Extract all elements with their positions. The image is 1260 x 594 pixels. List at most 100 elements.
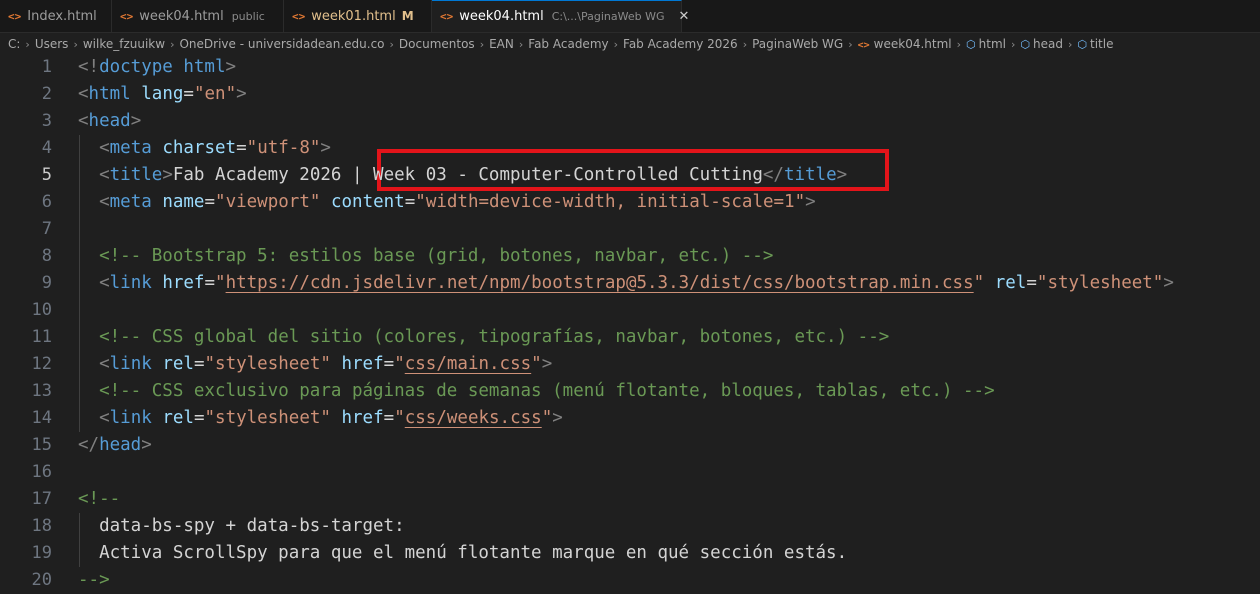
code-text: <link href="https://cdn.jsdelivr.net/npm… bbox=[99, 273, 1174, 293]
code-text: </head> bbox=[78, 435, 152, 455]
chevron-right-icon: › bbox=[170, 37, 175, 51]
code-line[interactable]: 17 <!-- bbox=[0, 486, 1260, 513]
modified-indicator: M bbox=[401, 9, 414, 23]
line-number: 7 bbox=[41, 219, 52, 239]
html-file-icon: <> bbox=[440, 10, 454, 23]
breadcrumb-item[interactable]: <> week04.html bbox=[858, 37, 952, 51]
chevron-right-icon: › bbox=[742, 37, 748, 51]
code-text: <!-- Bootstrap 5: estilos base (grid, bo… bbox=[99, 246, 774, 266]
code-line[interactable]: 8 <!-- Bootstrap 5: estilos base (grid, … bbox=[0, 243, 1260, 270]
breadcrumb-item[interactable]: ⬡ head bbox=[1020, 37, 1063, 51]
code-editor[interactable]: 1 <!doctype html> 2 <html lang="en"> 3 <head>… bbox=[0, 56, 1260, 591]
breadcrumb-item[interactable]: Documentos bbox=[399, 37, 475, 51]
code-line[interactable]: 6 <meta name="viewport" content="width=d… bbox=[0, 189, 1260, 216]
breadcrumb-item[interactable]: Fab Academy bbox=[528, 37, 608, 51]
indent-guide bbox=[79, 216, 80, 243]
editor-tab[interactable]: <> week04.html C:\...\PaginaWeb WG ✕ bbox=[432, 0, 689, 32]
symbol-element-icon: ⬡ bbox=[1020, 38, 1030, 51]
symbol-element-icon: ⬡ bbox=[1077, 38, 1087, 51]
code-line[interactable]: 11 <!-- CSS global del sitio (colores, t… bbox=[0, 324, 1260, 351]
editor-tab-bar: <> Index.html <> week04.html public <> week01.… bbox=[0, 0, 1260, 33]
code-text: <!-- CSS global del sitio (colores, tipo… bbox=[99, 327, 890, 347]
close-icon[interactable]: ✕ bbox=[679, 9, 690, 24]
tab-label: week04.html bbox=[459, 9, 544, 24]
code-text: <!-- CSS exclusivo para páginas de seman… bbox=[99, 381, 995, 401]
line-number: 20 bbox=[31, 570, 52, 590]
chevron-right-icon: › bbox=[25, 37, 30, 51]
breadcrumb-label: wilke_fzuuikw bbox=[82, 37, 166, 51]
breadcrumb-item[interactable]: ⬡ title bbox=[1077, 37, 1113, 51]
line-number: 14 bbox=[31, 408, 52, 428]
code-line[interactable]: 2 <html lang="en"> bbox=[0, 81, 1260, 108]
line-number: 18 bbox=[31, 516, 52, 536]
code-line[interactable]: 12 <link rel="stylesheet" href="css/main… bbox=[0, 351, 1260, 378]
html-file-icon: <> bbox=[120, 9, 134, 23]
code-line[interactable]: 5 <title>Fab Academy 2026 | Week 03 - Co… bbox=[0, 162, 1260, 189]
editor-tab[interactable]: <> Index.html bbox=[0, 0, 112, 32]
breadcrumb-label: EAN bbox=[489, 37, 514, 51]
line-number: 8 bbox=[41, 246, 52, 266]
line-number: 19 bbox=[31, 543, 52, 563]
line-number: 2 bbox=[41, 84, 52, 104]
breadcrumb-item[interactable]: OneDrive - universidadean.edu.co bbox=[179, 37, 384, 51]
code-text: <head> bbox=[78, 111, 142, 131]
breadcrumb-label: OneDrive - universidadean.edu.co bbox=[179, 37, 385, 51]
breadcrumb-label: Fab Academy bbox=[528, 37, 609, 51]
chevron-right-icon: › bbox=[1010, 37, 1016, 51]
line-number: 5 bbox=[41, 165, 52, 185]
chevron-right-icon: › bbox=[479, 37, 485, 51]
chevron-right-icon: › bbox=[73, 37, 78, 51]
line-number: 4 bbox=[41, 138, 52, 158]
breadcrumb-label: PaginaWeb WG bbox=[752, 37, 844, 51]
code-text: --> bbox=[78, 570, 110, 590]
line-number: 1 bbox=[41, 57, 52, 77]
symbol-element-icon: ⬡ bbox=[966, 38, 976, 51]
html-file-icon: <> bbox=[292, 9, 306, 23]
tab-label: week04.html bbox=[139, 8, 224, 24]
code-line[interactable]: 19 Activa ScrollSpy para que el menú flo… bbox=[0, 540, 1260, 567]
breadcrumb-label: html bbox=[978, 37, 1006, 51]
breadcrumb-item[interactable]: C: bbox=[8, 37, 20, 51]
breadcrumb-label: week04.html bbox=[873, 37, 952, 51]
line-number: 6 bbox=[41, 192, 52, 212]
editor-tab[interactable]: <> week04.html public bbox=[112, 0, 284, 32]
code-line[interactable]: 20 --> bbox=[0, 567, 1260, 594]
chevron-right-icon: › bbox=[389, 37, 394, 51]
breadcrumb-item[interactable]: PaginaWeb WG bbox=[752, 37, 843, 51]
code-line[interactable]: 1 <!doctype html> bbox=[0, 54, 1260, 81]
breadcrumb-item[interactable]: Fab Academy 2026 bbox=[623, 37, 738, 51]
breadcrumb-item[interactable]: EAN bbox=[489, 37, 514, 51]
code-text: Activa ScrollSpy para que el menú flotan… bbox=[78, 543, 848, 563]
tab-description: C:\...\PaginaWeb WG bbox=[551, 10, 665, 23]
breadcrumb-item[interactable]: wilke_fzuuikw bbox=[83, 37, 165, 51]
code-line[interactable]: 4 <meta charset="utf-8"> bbox=[0, 135, 1260, 162]
code-line[interactable]: 7 bbox=[0, 216, 1260, 243]
tab-label: Index.html bbox=[27, 8, 97, 24]
line-number: 13 bbox=[31, 381, 52, 401]
code-line[interactable]: 3 <head> bbox=[0, 108, 1260, 135]
code-line[interactable]: 9 <link href="https://cdn.jsdelivr.net/n… bbox=[0, 270, 1260, 297]
line-number: 15 bbox=[31, 435, 52, 455]
chevron-right-icon: › bbox=[1067, 37, 1073, 51]
line-number: 17 bbox=[31, 489, 52, 509]
editor-tab[interactable]: <> week01.html M bbox=[284, 0, 432, 32]
code-line[interactable]: 10 bbox=[0, 297, 1260, 324]
line-number: 16 bbox=[31, 462, 52, 482]
code-line[interactable]: 14 <link rel="stylesheet" href="css/week… bbox=[0, 405, 1260, 432]
line-number: 12 bbox=[31, 354, 52, 374]
breadcrumb-label: head bbox=[1033, 37, 1063, 51]
breadcrumb-label: Fab Academy 2026 bbox=[623, 37, 738, 51]
line-number: 11 bbox=[31, 327, 52, 347]
code-text: <meta name="viewport" content="width=dev… bbox=[99, 192, 816, 212]
code-text: <link rel="stylesheet" href="css/main.cs… bbox=[99, 354, 553, 374]
breadcrumb-item[interactable]: Users bbox=[35, 37, 69, 51]
chevron-right-icon: › bbox=[518, 37, 524, 51]
line-number: 9 bbox=[41, 273, 52, 293]
html-file-icon: <> bbox=[8, 9, 22, 23]
code-line[interactable]: 15 </head> bbox=[0, 432, 1260, 459]
code-line[interactable]: 18 data-bs-spy + data-bs-target: bbox=[0, 513, 1260, 540]
tab-description: public bbox=[231, 9, 265, 23]
breadcrumb-item[interactable]: ⬡ html bbox=[966, 37, 1006, 51]
code-line[interactable]: 13 <!-- CSS exclusivo para páginas de se… bbox=[0, 378, 1260, 405]
code-line[interactable]: 16 bbox=[0, 459, 1260, 486]
